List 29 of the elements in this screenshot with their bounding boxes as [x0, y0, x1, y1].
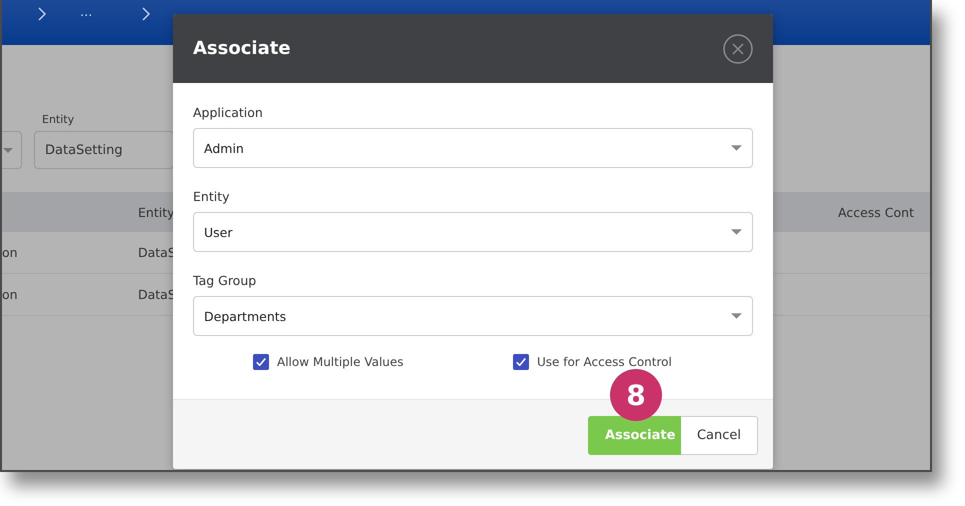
select-field[interactable]: Admin	[193, 128, 753, 168]
caret-icon	[3, 148, 13, 152]
select-field[interactable]: User	[193, 212, 753, 252]
caret-icon	[731, 229, 742, 235]
chevron-icon	[38, 7, 46, 21]
field-label: Entity	[193, 189, 230, 204]
breadcrumb-link[interactable]: ...	[80, 5, 92, 21]
caret-icon	[731, 313, 742, 319]
select-field[interactable]: Departments	[193, 296, 753, 336]
caret-icon	[731, 145, 742, 151]
checkbox-label: Use for Access Control	[537, 355, 672, 369]
close-icon[interactable]	[723, 34, 753, 64]
check-icon	[256, 358, 266, 366]
step-badge: 8	[610, 369, 662, 421]
checkbox-label: Allow Multiple Values	[277, 355, 404, 369]
column-header: Access Cont	[838, 204, 914, 220]
checkbox[interactable]	[253, 354, 269, 370]
field-label: Entity	[41, 113, 76, 127]
check-icon	[516, 358, 526, 366]
table-cell: on	[2, 287, 18, 302]
table-cell: on	[2, 245, 18, 260]
field-label: Application	[193, 105, 264, 120]
cancel-button[interactable]: Cancel	[680, 416, 758, 455]
select-field[interactable]: DataSetting	[34, 131, 174, 169]
field-label: Tag Group	[193, 273, 258, 288]
chevron-icon	[142, 7, 150, 21]
column-header: Entity	[138, 204, 174, 220]
dialog-title: Associate	[193, 38, 291, 59]
checkbox[interactable]	[513, 354, 529, 370]
